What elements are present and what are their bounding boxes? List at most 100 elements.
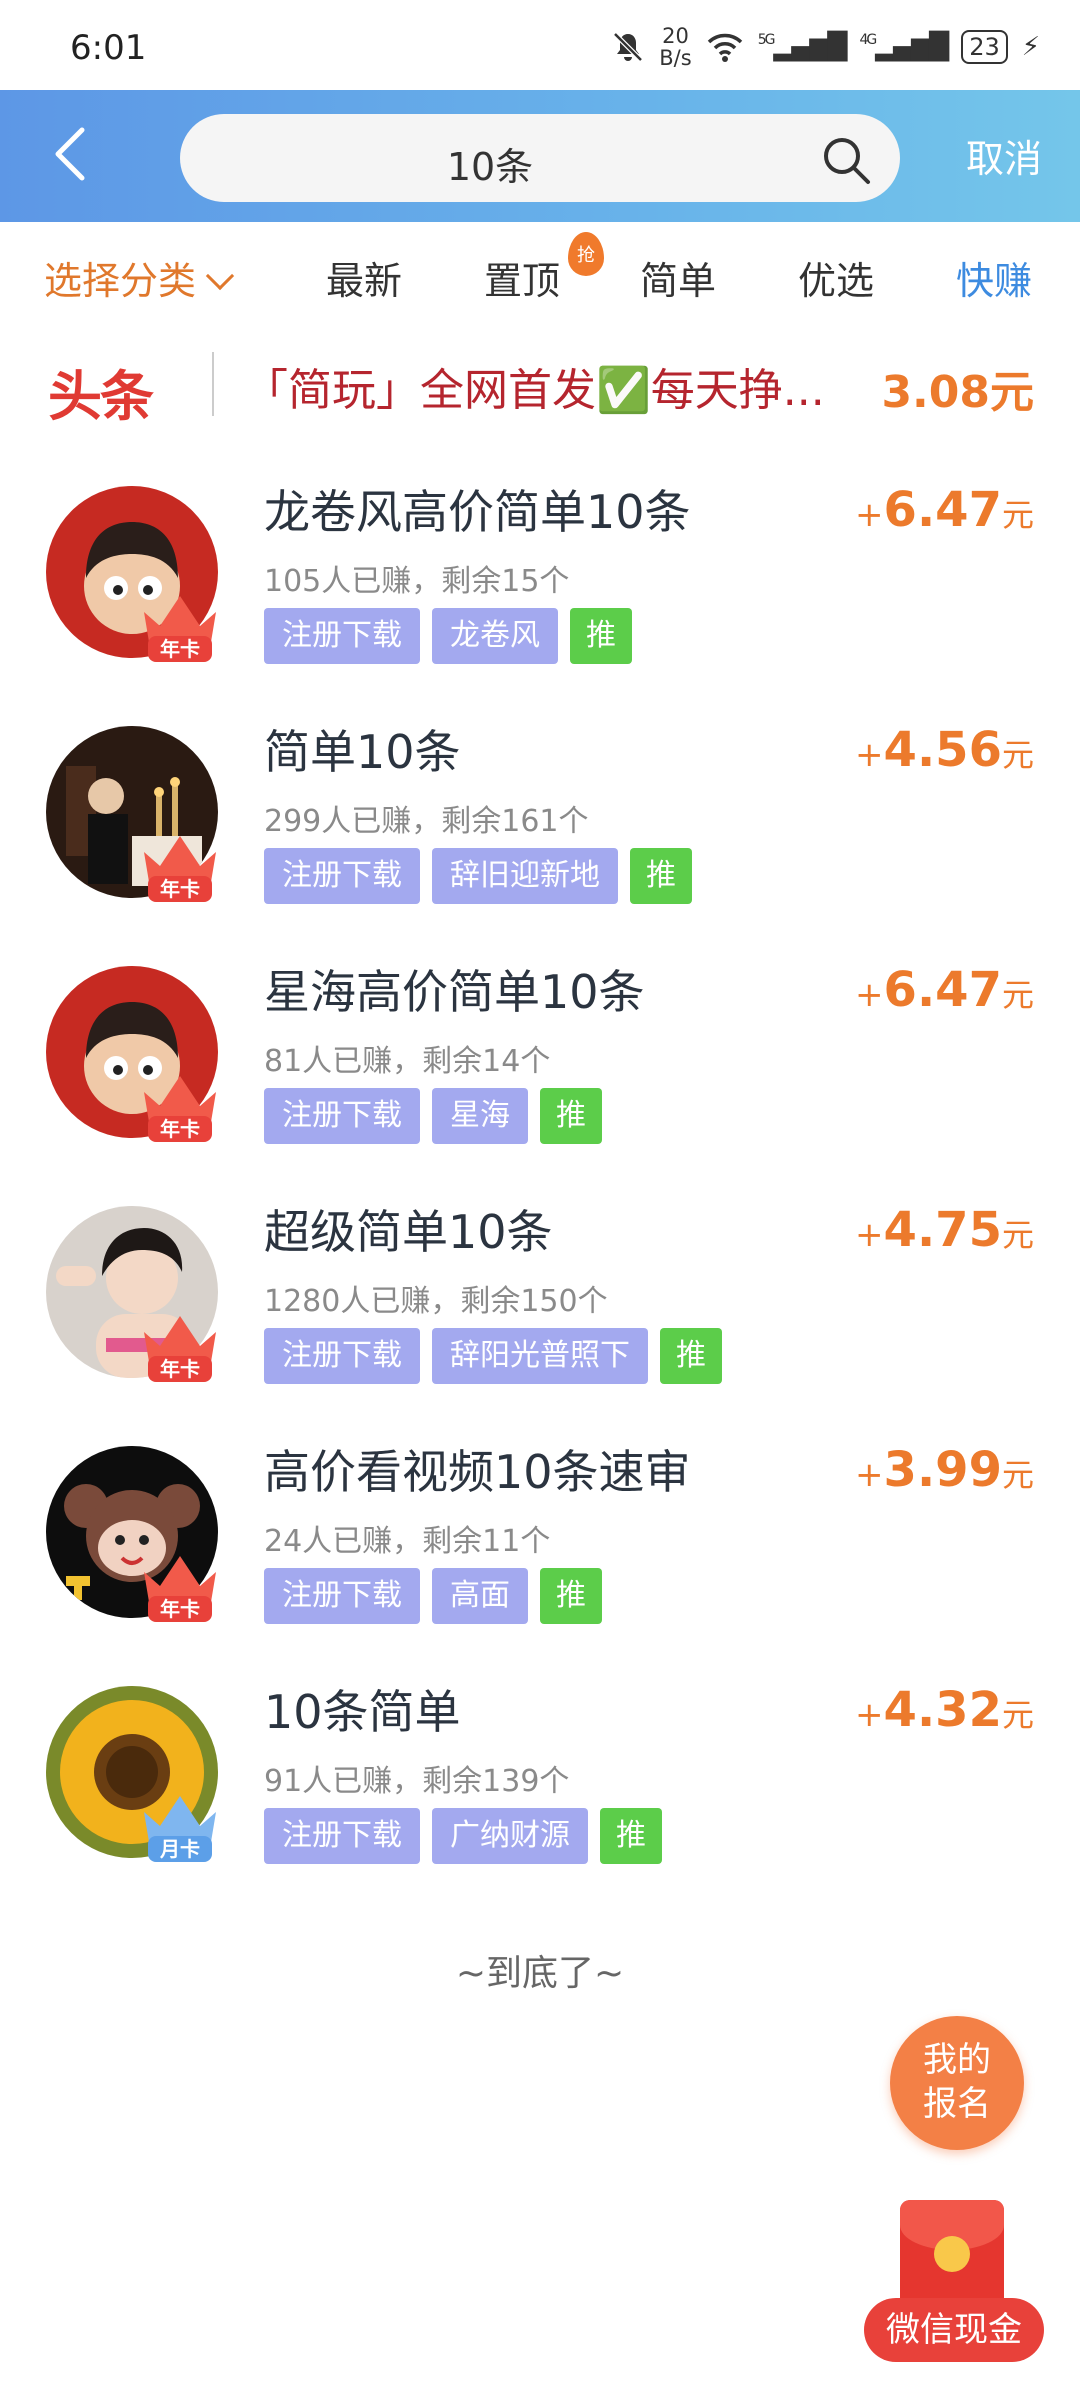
crown-badge-icon: 年卡 (138, 582, 222, 666)
task-item[interactable]: 月卡 10条简单 91人已赚，剩余139个 注册下载 广纳财源 推 +4.32元 (0, 1646, 1080, 1886)
tag: 高面 (432, 1568, 528, 1624)
recommend-tag: 推 (540, 1568, 602, 1624)
category-bar: 选择分类 最新 置顶 抢 简单 优选 快赚 (0, 222, 1080, 326)
coin-icon (934, 2236, 970, 2272)
crown-badge-icon: 年卡 (138, 1302, 222, 1386)
wifi-icon (707, 33, 742, 62)
svg-text:年卡: 年卡 (160, 877, 200, 901)
search-icon[interactable] (818, 132, 874, 188)
tab-quick-earn[interactable]: 快赚 (956, 250, 1032, 305)
task-meta: 299人已赚，剩余161个 (264, 804, 589, 839)
headline-tag: 头条 (48, 365, 154, 428)
status-bar: 6:01 20 B/s 5G▂▄▆█ 4G▂▄▆█ 23 ⚡ (0, 0, 1080, 90)
task-tags: 注册下载 广纳财源 推 (264, 1808, 662, 1864)
recommend-tag: 推 (600, 1808, 662, 1864)
task-title: 超级简单10条 (264, 1205, 553, 1259)
wechat-cash-button[interactable]: 微信现金 (864, 2200, 1044, 2370)
chevron-down-icon (205, 261, 235, 291)
signal-4g-icon: 4G▂▄▆█ (859, 32, 949, 62)
task-tags: 注册下载 星海 推 (264, 1088, 602, 1144)
svg-text:年卡: 年卡 (160, 1357, 200, 1381)
task-meta: 91人已赚，剩余139个 (264, 1764, 570, 1799)
search-header: 10条 取消 (0, 90, 1080, 222)
battery-icon: 23 (961, 30, 1008, 64)
task-list: 年卡 龙卷风高价简单10条 105人已赚，剩余15个 注册下载 龙卷风 推 +6… (0, 446, 1080, 1886)
tab-simple[interactable]: 简单 (640, 250, 716, 305)
search-input[interactable]: 10条 (180, 114, 900, 202)
battery-level: 23 (969, 33, 1000, 61)
my-signup-label-2: 报名 (923, 2084, 991, 2124)
mute-bell-icon (613, 32, 644, 62)
task-item[interactable]: 年卡 龙卷风高价简单10条 105人已赚，剩余15个 注册下载 龙卷风 推 +6… (0, 446, 1080, 686)
my-signup-label-1: 我的 (923, 2040, 991, 2080)
tag: 辞旧迎新地 (432, 848, 618, 904)
task-meta: 81人已赚，剩余14个 (264, 1044, 551, 1079)
tab-featured[interactable]: 优选 (798, 250, 874, 305)
headline-reward: 3.08元 (881, 367, 1034, 418)
tag: 注册下载 (264, 1568, 420, 1624)
svg-text:年卡: 年卡 (160, 637, 200, 661)
tag: 辞阳光普照下 (432, 1328, 648, 1384)
tag: 注册下载 (264, 1328, 420, 1384)
crown-badge-icon: 年卡 (138, 822, 222, 906)
task-title: 星海高价简单10条 (264, 965, 645, 1019)
tag: 注册下载 (264, 848, 420, 904)
cancel-button[interactable]: 取消 (966, 128, 1042, 183)
wechat-cash-label: 微信现金 (864, 2298, 1044, 2362)
task-reward: +4.56元 (855, 722, 1034, 778)
task-reward: +4.32元 (855, 1682, 1034, 1738)
task-reward: +4.75元 (855, 1202, 1034, 1258)
search-query: 10条 (446, 145, 534, 189)
crown-badge-icon: 月卡 (138, 1782, 222, 1866)
recommend-tag: 推 (570, 608, 632, 664)
tag: 注册下载 (264, 1808, 420, 1864)
task-item[interactable]: 年卡 高价看视频10条速审 24人已赚，剩余11个 注册下载 高面 推 +3.9… (0, 1406, 1080, 1646)
headline-divider (212, 352, 214, 416)
tab-latest[interactable]: 最新 (326, 250, 402, 305)
task-tags: 注册下载 龙卷风 推 (264, 608, 632, 664)
recommend-tag: 推 (660, 1328, 722, 1384)
task-item[interactable]: 年卡 简单10条 299人已赚，剩余161个 注册下载 辞旧迎新地 推 +4.5… (0, 686, 1080, 926)
back-arrow-icon[interactable] (44, 124, 104, 184)
task-title: 简单10条 (264, 725, 461, 779)
task-item[interactable]: 年卡 超级简单10条 1280人已赚，剩余150个 注册下载 辞阳光普照下 推 … (0, 1166, 1080, 1406)
task-item[interactable]: 年卡 星海高价简单10条 81人已赚，剩余14个 注册下载 星海 推 +6.47… (0, 926, 1080, 1166)
task-title: 龙卷风高价简单10条 (264, 485, 691, 539)
end-of-list: ~到底了~ (455, 1953, 625, 1994)
task-reward: +6.47元 (855, 482, 1034, 538)
task-title: 10条简单 (264, 1685, 461, 1739)
svg-text:月卡: 月卡 (159, 1837, 200, 1861)
my-signup-button[interactable]: 我的 报名 (890, 2016, 1024, 2150)
task-meta: 1280人已赚，剩余150个 (264, 1284, 608, 1319)
tag: 星海 (432, 1088, 528, 1144)
tag: 注册下载 (264, 608, 420, 664)
headline-banner[interactable]: 头条 「简玩」全网首发✅每天挣... 3.08元 (0, 326, 1080, 446)
task-tags: 注册下载 辞阳光普照下 推 (264, 1328, 722, 1384)
task-reward: +6.47元 (855, 962, 1034, 1018)
task-tags: 注册下载 辞旧迎新地 推 (264, 848, 692, 904)
signal-5g-icon: 5G▂▄▆█ (757, 32, 848, 62)
status-time: 6:01 (70, 28, 147, 68)
hot-badge: 抢 (568, 232, 604, 276)
net-speed-value: 20 (662, 24, 689, 48)
category-select-label: 选择分类 (44, 259, 197, 303)
svg-text:年卡: 年卡 (160, 1117, 200, 1141)
task-tags: 注册下载 高面 推 (264, 1568, 602, 1624)
crown-badge-icon: 年卡 (138, 1062, 222, 1146)
net-speed: 20 B/s (659, 25, 691, 69)
task-meta: 24人已赚，剩余11个 (264, 1524, 551, 1559)
tab-pinned[interactable]: 置顶 (484, 250, 560, 305)
tag: 龙卷风 (432, 608, 558, 664)
crown-badge-icon: 年卡 (138, 1542, 222, 1626)
net-speed-unit: B/s (659, 46, 692, 70)
category-select-dropdown[interactable]: 选择分类 (44, 250, 235, 305)
task-title: 高价看视频10条速审 (264, 1445, 691, 1499)
charging-icon: ⚡ (1021, 32, 1040, 62)
svg-text:年卡: 年卡 (160, 1597, 200, 1621)
status-icons: 20 B/s 5G▂▄▆█ 4G▂▄▆█ 23 ⚡ (611, 22, 1040, 72)
recommend-tag: 推 (540, 1088, 602, 1144)
tag: 注册下载 (264, 1088, 420, 1144)
task-reward: +3.99元 (855, 1442, 1034, 1498)
tag: 广纳财源 (432, 1808, 588, 1864)
recommend-tag: 推 (630, 848, 692, 904)
